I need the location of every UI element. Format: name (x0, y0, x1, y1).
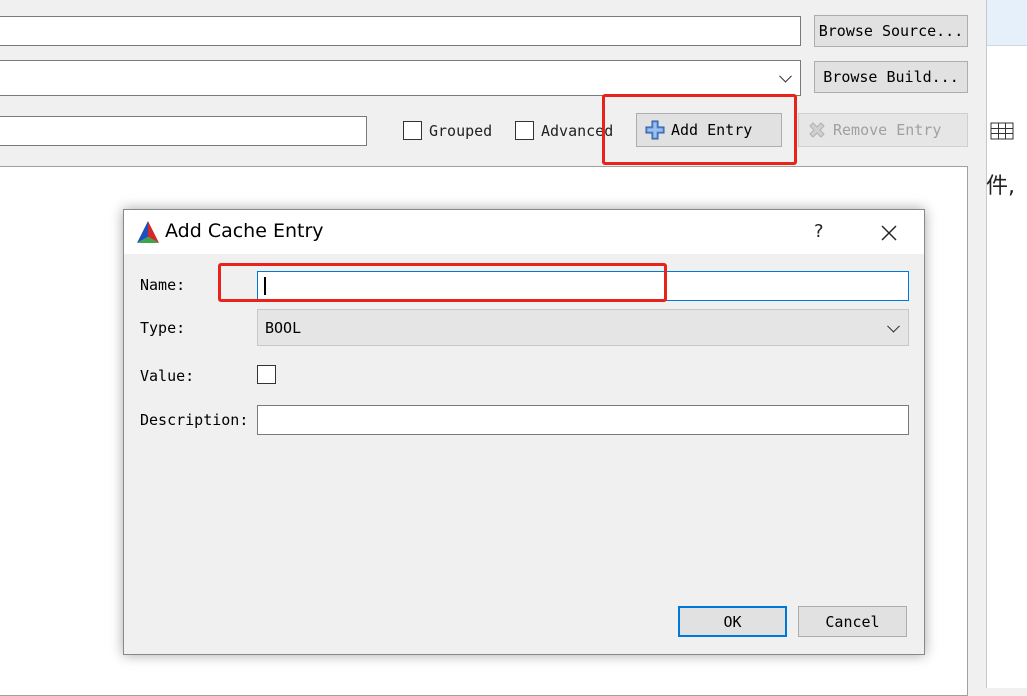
ok-button[interactable]: OK (678, 606, 787, 637)
grouped-checkbox[interactable] (403, 121, 422, 140)
remove-x-icon (809, 122, 825, 138)
browse-build-button[interactable]: Browse Build... (814, 61, 968, 93)
advanced-checkbox[interactable] (515, 121, 534, 140)
description-input[interactable] (257, 405, 909, 435)
background-chinese-text: 件, (986, 174, 1015, 199)
table-grid-icon (990, 122, 1014, 140)
chevron-down-icon (887, 319, 900, 333)
value-checkbox[interactable] (257, 365, 276, 384)
value-label: Value: (140, 367, 195, 385)
search-input[interactable] (0, 116, 367, 146)
type-label: Type: (140, 319, 186, 337)
build-path-combobox[interactable] (0, 60, 801, 96)
dialog-title: Add Cache Entry (165, 220, 324, 242)
remove-entry-label: Remove Entry (833, 121, 942, 139)
type-select-value: BOOL (265, 319, 302, 337)
dialog-titlebar: Add Cache Entry ? (124, 210, 924, 254)
grouped-label: Grouped (429, 122, 493, 140)
cmake-logo-icon (137, 221, 159, 243)
browse-source-button[interactable]: Browse Source... (814, 15, 968, 47)
source-path-input[interactable] (0, 16, 801, 46)
right-window-edge (986, 0, 1027, 688)
help-button[interactable]: ? (814, 221, 824, 242)
close-icon[interactable] (880, 224, 898, 242)
remove-entry-button[interactable]: Remove Entry (798, 113, 968, 147)
chevron-down-icon (779, 69, 792, 83)
type-select[interactable]: BOOL (257, 309, 909, 346)
name-label: Name: (140, 276, 186, 294)
name-field-highlight (218, 263, 667, 302)
right-window-bar (987, 0, 1027, 46)
cancel-button[interactable]: Cancel (798, 606, 907, 637)
add-cache-entry-dialog: Add Cache Entry ? Name: Type: BOOL Value… (123, 209, 925, 655)
add-entry-highlight (602, 94, 797, 165)
description-label: Description: (140, 411, 249, 429)
